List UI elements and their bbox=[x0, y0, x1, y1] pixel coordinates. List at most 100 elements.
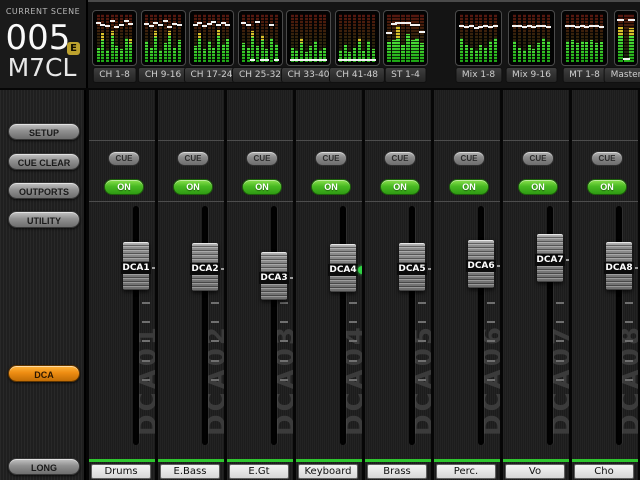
meter-block-st-1-4[interactable] bbox=[383, 10, 428, 66]
meter-block-ch-25-32[interactable] bbox=[238, 10, 283, 66]
meter-block-master[interactable] bbox=[614, 10, 638, 66]
channel-color-bar bbox=[365, 459, 431, 462]
cue-button-dca4[interactable]: CUE bbox=[315, 151, 347, 166]
fader-knob-dca2[interactable]: DCA2 bbox=[192, 243, 218, 291]
meter-bar bbox=[208, 14, 211, 62]
on-button-dca8[interactable]: ON bbox=[587, 179, 627, 195]
fader-track-dca3[interactable] bbox=[271, 206, 277, 445]
meter-bar bbox=[348, 14, 351, 62]
fader-position-mark bbox=[546, 26, 551, 28]
fader-position-mark bbox=[493, 25, 498, 27]
meter-bar bbox=[362, 14, 365, 62]
fader-scale-tick bbox=[418, 360, 426, 362]
scene-number: 005 bbox=[0, 20, 76, 56]
fader-position-mark bbox=[419, 31, 425, 33]
on-button-dca6[interactable]: ON bbox=[449, 179, 489, 195]
on-button-dca3[interactable]: ON bbox=[242, 179, 282, 195]
cue-button-dca2[interactable]: CUE bbox=[177, 151, 209, 166]
meter-block-mix-9-16[interactable] bbox=[508, 10, 555, 66]
fader-scale-tick bbox=[418, 340, 426, 342]
fader-knob-dca7[interactable]: DCA7 bbox=[537, 234, 563, 282]
channel-name-e-gt[interactable]: E.Gt bbox=[229, 464, 289, 479]
meter-block-ch-33-40[interactable] bbox=[286, 10, 331, 66]
dca-bank-button[interactable]: DCA bbox=[8, 365, 80, 382]
channel-color-bar bbox=[434, 459, 500, 462]
meter-bar bbox=[513, 14, 516, 62]
cue-button-dca7[interactable]: CUE bbox=[522, 151, 554, 166]
on-button-dca7[interactable]: ON bbox=[518, 179, 558, 195]
channel-name-cho[interactable]: Cho bbox=[574, 464, 634, 479]
fader-position-mark bbox=[167, 26, 172, 28]
cue-clear-button[interactable]: CUE CLEAR bbox=[8, 153, 80, 170]
fader-knob-label: DCA3 bbox=[259, 272, 289, 284]
meter-block-ch-41-48[interactable] bbox=[335, 10, 380, 66]
fader-scale-tick bbox=[487, 360, 495, 362]
cue-button-dca3[interactable]: CUE bbox=[246, 151, 278, 166]
fader-track-dca4[interactable] bbox=[340, 206, 346, 445]
meter-block-ch-9-16[interactable] bbox=[141, 10, 186, 66]
fader-position-mark bbox=[193, 24, 198, 26]
meter-block-mt-1-8[interactable] bbox=[561, 10, 608, 66]
fader-knob-dca5[interactable]: DCA5 bbox=[399, 243, 425, 291]
fader-track-dca2[interactable] bbox=[202, 206, 208, 445]
meter-bar bbox=[145, 14, 148, 62]
meter-bar bbox=[203, 14, 206, 62]
channel-color-bar bbox=[296, 459, 362, 462]
fader-scale-tick bbox=[280, 321, 288, 323]
fader-position-mark bbox=[617, 19, 624, 21]
fader-position-mark bbox=[149, 25, 154, 27]
fader-scale-tick bbox=[556, 321, 564, 323]
channel-name-vo[interactable]: Vo bbox=[505, 464, 565, 479]
cue-button-dca6[interactable]: CUE bbox=[453, 151, 485, 166]
fader-knob-label: DCA5 bbox=[397, 263, 427, 275]
channel-name-e-bass[interactable]: E.Bass bbox=[160, 464, 220, 479]
fader-knob-dca6[interactable]: DCA6 bbox=[468, 240, 494, 288]
meter-bar bbox=[242, 14, 245, 62]
fader-scale-tick bbox=[418, 379, 426, 381]
channel-color-bar bbox=[227, 459, 293, 462]
channel-name-drums[interactable]: Drums bbox=[91, 464, 151, 479]
cue-button-dca8[interactable]: CUE bbox=[591, 151, 623, 166]
long-faders-button[interactable]: LONG FADERS bbox=[8, 458, 80, 475]
on-button-dca4[interactable]: ON bbox=[311, 179, 351, 195]
meter-bar bbox=[618, 14, 623, 62]
strip-divider bbox=[503, 201, 569, 202]
on-button-dca2[interactable]: ON bbox=[173, 179, 213, 195]
meter-bar bbox=[475, 14, 478, 62]
meter-bridge-bar: CH 1-8CH 9-16CH 17-24CH 25-32CH 33-40CH … bbox=[0, 0, 640, 88]
fader-knob-dca8[interactable]: DCA8 bbox=[606, 242, 632, 290]
meter-bar bbox=[537, 14, 540, 62]
fader-scale-tick bbox=[280, 340, 288, 342]
meter-block-mix-1-8[interactable] bbox=[455, 10, 502, 66]
current-scene-panel[interactable]: CURRENT SCENE 005 E M7CL bbox=[0, 0, 88, 88]
on-button-dca5[interactable]: ON bbox=[380, 179, 420, 195]
fader-track-dca5[interactable] bbox=[409, 206, 415, 445]
fader-position-mark bbox=[269, 24, 274, 26]
fader-scale-tick bbox=[625, 340, 633, 342]
fader-scale-tick bbox=[211, 379, 219, 381]
meter-bar bbox=[173, 14, 176, 62]
nominal-level-dash bbox=[221, 268, 224, 270]
meter-block-ch-1-8[interactable] bbox=[92, 10, 137, 66]
fader-strip-dca6: CUEONDCA06DCA6Perc. bbox=[434, 90, 500, 480]
cue-button-dca5[interactable]: CUE bbox=[384, 151, 416, 166]
utility-button[interactable]: UTILITY bbox=[8, 211, 80, 228]
fader-scale-tick bbox=[280, 360, 288, 362]
fader-position-mark bbox=[322, 59, 327, 61]
meter-bar bbox=[194, 14, 197, 62]
meter-block-ch-17-24[interactable] bbox=[189, 10, 234, 66]
setup-button[interactable]: SETUP bbox=[8, 123, 80, 140]
channel-name-perc[interactable]: Perc. bbox=[436, 464, 496, 479]
cue-button-dca1[interactable]: CUE bbox=[108, 151, 140, 166]
meter-bar bbox=[319, 14, 322, 62]
fader-knob-dca4[interactable]: DCA4 bbox=[330, 244, 356, 292]
fader-scale-tick bbox=[625, 321, 633, 323]
fader-knob-dca3[interactable]: DCA3 bbox=[261, 252, 287, 300]
channel-name-keyboard[interactable]: Keyboard bbox=[298, 464, 358, 479]
outports-button[interactable]: OUTPORTS bbox=[8, 182, 80, 199]
fader-scale-tick bbox=[349, 360, 357, 362]
fader-knob-dca1[interactable]: DCA1 bbox=[123, 242, 149, 290]
channel-color-bar bbox=[158, 459, 224, 462]
on-button-dca1[interactable]: ON bbox=[104, 179, 144, 195]
channel-name-brass[interactable]: Brass bbox=[367, 464, 427, 479]
